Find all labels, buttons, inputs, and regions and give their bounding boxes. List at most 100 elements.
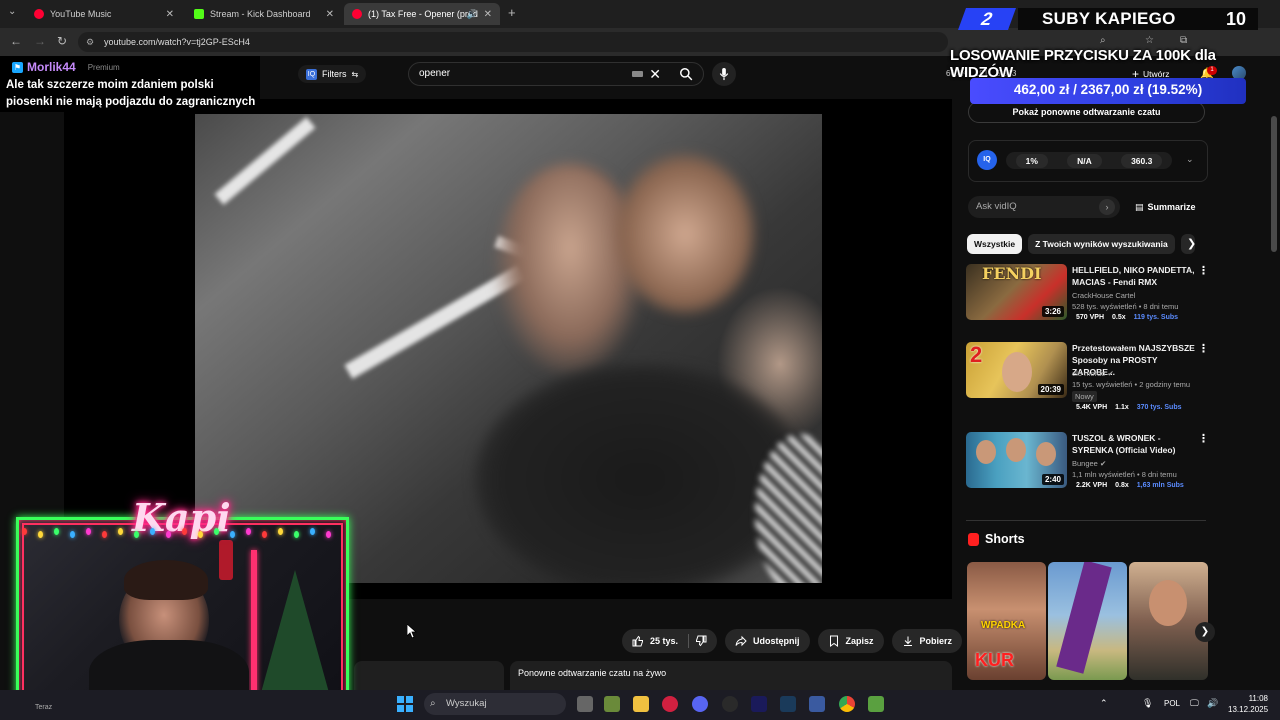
discord-icon[interactable]: [692, 696, 708, 712]
description-box[interactable]: [354, 661, 504, 690]
channel-name[interactable]: elo mordo ✔: [1072, 369, 1114, 378]
share-button[interactable]: Udostępnij: [725, 629, 810, 653]
video-thumbnail[interactable]: FENDI 3:26: [966, 264, 1067, 320]
chip-from-search[interactable]: Z Twoich wyników wyszukiwania: [1028, 234, 1175, 254]
extensions-icon[interactable]: ⧉: [1180, 35, 1187, 46]
site-info-icon[interactable]: ⚙: [86, 32, 94, 52]
more-vertical-icon[interactable]: ⋮: [1198, 432, 1209, 445]
search-icon: [680, 68, 693, 81]
close-tab-icon[interactable]: ✕: [326, 9, 334, 20]
webcam-overlay: [16, 517, 349, 702]
task-view-icon[interactable]: [577, 696, 593, 712]
more-vertical-icon[interactable]: ⋮: [1198, 342, 1209, 355]
keyboard-icon[interactable]: [632, 71, 643, 77]
chip-all[interactable]: Wszystkie: [967, 234, 1023, 254]
thumbnail-face: [1006, 438, 1026, 462]
microphone-tray-icon[interactable]: 🎙: [1142, 698, 1153, 709]
vidiq-stat: 360.3: [1121, 153, 1163, 168]
christmas-light-bulb: [182, 528, 187, 535]
more-vertical-icon[interactable]: ⋮: [1198, 264, 1209, 277]
video-thumbnail[interactable]: 2:40: [966, 432, 1067, 488]
back-icon[interactable]: ←: [10, 34, 22, 48]
new-tab-icon[interactable]: +: [508, 5, 516, 20]
chat-replay-header[interactable]: Ponowne odtwarzanie czatu na żywo: [510, 661, 952, 690]
chrome-icon[interactable]: [839, 696, 855, 712]
ask-vidiq-submit-icon[interactable]: ›: [1099, 199, 1115, 215]
bookmark-star-icon[interactable]: ☆: [1145, 35, 1154, 46]
download-label: Pobierz: [919, 636, 953, 646]
minecraft-launcher-icon[interactable]: [868, 696, 884, 712]
chevron-right-icon[interactable]: ❯: [1187, 237, 1196, 250]
video-thumbnail[interactable]: 2 20:39: [966, 342, 1067, 398]
summarize-button[interactable]: ▤ Summarize: [1135, 202, 1196, 213]
zoom-icon[interactable]: ⌕: [1100, 35, 1106, 46]
video-frame[interactable]: [195, 114, 822, 583]
url-field[interactable]: ⚙ youtube.com/watch?v=tj2GP-EScH4: [78, 32, 948, 52]
vidiq-stat: 1%: [1015, 153, 1048, 168]
clear-search-icon[interactable]: ✕: [649, 63, 661, 85]
chevron-down-icon[interactable]: ⌄: [1186, 154, 1194, 165]
minecraft-icon[interactable]: [604, 696, 620, 712]
language-indicator[interactable]: POL: [1164, 699, 1180, 708]
taskbar-clock[interactable]: 11:08 13.12.2025: [1228, 693, 1268, 715]
reload-icon[interactable]: ↻: [57, 34, 67, 48]
vidiq-logo-icon[interactable]: IQ: [977, 150, 997, 170]
clock-date: 13.12.2025: [1228, 705, 1269, 714]
video-light-streak: [214, 117, 316, 205]
windows-start-icon[interactable]: [397, 696, 413, 712]
ask-vidiq-input[interactable]: Ask vidIQ: [968, 196, 1120, 218]
tab-youtube-video[interactable]: (1) Tax Free - Opener (prod 🔊 ✕: [344, 3, 500, 25]
kick-favicon-icon: [194, 9, 204, 19]
file-explorer-icon[interactable]: [633, 696, 649, 712]
vph-stat: 570 VPH: [1076, 314, 1105, 321]
page-scrollbar[interactable]: [1271, 116, 1277, 252]
shorts-next-button[interactable]: ❯: [1195, 622, 1215, 642]
opera-icon[interactable]: [662, 696, 678, 712]
search-input[interactable]: opener ✕: [408, 62, 704, 86]
taskbar-search[interactable]: ⌕ Wyszukaj: [424, 693, 566, 715]
download-button[interactable]: Pobierz: [891, 629, 963, 653]
video-meta: 528 tys. wyświetleń • 8 dni temu: [1072, 302, 1179, 311]
video-title[interactable]: HELLFIELD, NIKO PANDETTA, MACIAS - Fendi…: [1072, 264, 1198, 288]
audio-playing-icon[interactable]: 🔊: [467, 9, 478, 20]
tray-overflow-icon[interactable]: ⌃: [1100, 698, 1108, 709]
christmas-light-bulb: [118, 528, 123, 535]
close-tab-icon[interactable]: ✕: [484, 9, 492, 20]
steam-icon[interactable]: [780, 696, 796, 712]
forward-icon[interactable]: →: [34, 34, 46, 48]
ask-vidiq-placeholder: Ask vidIQ: [976, 201, 1017, 212]
thumbs-down-icon: [696, 635, 707, 647]
search-button[interactable]: [669, 62, 703, 86]
summary-icon: ▤: [1135, 202, 1144, 212]
short-video[interactable]: [1129, 562, 1208, 680]
tab-youtube-music[interactable]: YouTube Music ✕: [26, 3, 182, 25]
obs-icon[interactable]: [722, 696, 738, 712]
voice-search-button[interactable]: [712, 62, 736, 86]
thumbnail-text: 2: [970, 342, 983, 367]
channel-name[interactable]: CrackHouse Cartel: [1072, 291, 1135, 300]
premiere-pro-icon[interactable]: [751, 696, 767, 712]
network-icon[interactable]: 🖵: [1190, 698, 1199, 709]
short-minecraft-sword: [1056, 562, 1112, 674]
subs-stat: 1,63 mln Subs: [1136, 482, 1184, 489]
recommendation-video[interactable]: FENDI 3:26 HELLFIELD, NIKO PANDETTA, MAC…: [966, 264, 1209, 344]
chat-replay-title: Ponowne odtwarzanie czatu na żywo: [518, 668, 667, 678]
recommendation-video[interactable]: 2 20:39 Przetestowałem NAJSZYBSZE Sposob…: [966, 342, 1209, 422]
channel-name[interactable]: Bungee ✔: [1072, 459, 1106, 468]
recommendation-video[interactable]: 2:40 TUSZOL & WRONEK - SYRENKA (Official…: [966, 432, 1209, 512]
short-video[interactable]: [1048, 562, 1127, 680]
filters-button[interactable]: IQ Filters ⇆: [298, 65, 367, 83]
like-button[interactable]: 25 tys.: [622, 629, 718, 653]
chat-message-text: Ale tak szczerze moim zdaniem polski pio…: [6, 79, 256, 108]
video-title[interactable]: TUSZOL & WRONEK - SYRENKA (Official Vide…: [1072, 432, 1198, 456]
headset-app-icon[interactable]: [809, 696, 825, 712]
filters-label: Filters: [322, 69, 347, 79]
tab-kick-dashboard[interactable]: Stream - Kick Dashboard ✕: [186, 3, 342, 25]
close-tab-icon[interactable]: ✕: [166, 9, 174, 20]
show-chat-replay-button[interactable]: Pokaż ponowne odtwarzanie czatu: [968, 101, 1205, 123]
save-button[interactable]: Zapisz: [817, 629, 884, 653]
tab-list-icon[interactable]: ⌄: [8, 6, 16, 17]
shorts-icon: [968, 532, 979, 546]
short-video[interactable]: WPADKA KUR: [967, 562, 1046, 680]
volume-icon[interactable]: 🔊: [1207, 698, 1218, 709]
